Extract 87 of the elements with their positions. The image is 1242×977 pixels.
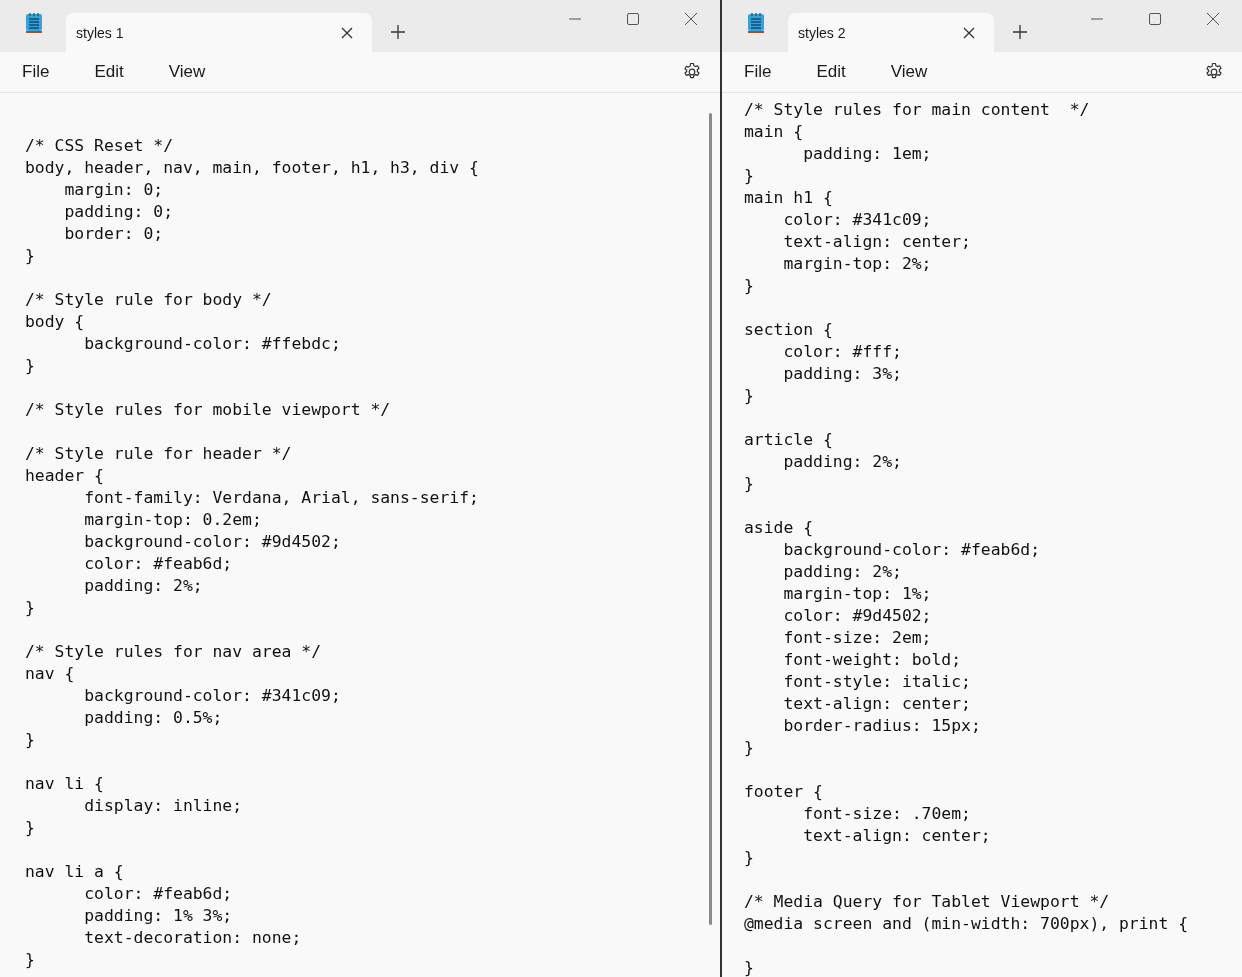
close-tab-icon[interactable] [962,25,976,40]
code-line: font-weight: bold; [782,649,963,671]
code-line: } [25,245,36,267]
menu-item[interactable]: File [744,62,772,82]
code-line: } [744,957,755,977]
code-line: } [744,275,755,297]
code-line: background-color: #9d4502; [83,531,342,553]
code-line: footer { [744,781,824,803]
code-line: header { [25,465,105,487]
menu-item[interactable]: Edit [94,62,124,82]
maximize-icon[interactable] [626,12,640,26]
code-line: padding: 2%; [83,575,204,597]
notepad-icon [746,12,766,34]
menu-item[interactable]: File [22,62,50,82]
scrollbar[interactable] [709,113,712,925]
code-line: aside { [744,517,815,539]
code-line: text-align: center; [782,231,972,253]
tab-title[interactable]: styles 2 [798,24,962,41]
tab-title[interactable]: styles 1 [76,24,340,41]
code-line: color: #9d4502; [782,605,933,627]
code-line: color: #feab6d; [83,883,234,905]
document-tab[interactable]: styles 2 [788,13,994,52]
maximize-icon[interactable] [1148,12,1162,26]
code-line: display: inline; [83,795,244,817]
code-line: /* Style rule for body */ [25,289,273,311]
notepad-icon [24,12,44,34]
code-line: color: #341c09; [782,209,933,231]
code-line: @media screen and (min-width: 700px), print { [744,913,1190,935]
code-line: font-size: 2em; [782,627,933,649]
code-line: border-radius: 15px; [782,715,982,737]
code-line: } [744,165,755,187]
code-line: font-family: Verdana, Arial, sans-serif; [83,487,480,509]
code-line: text-align: center; [782,693,972,715]
code-line: margin-top: 1%; [782,583,933,605]
code-line: } [25,817,36,839]
code-line: main { [744,121,805,143]
close-icon[interactable] [1206,12,1220,26]
code-line: section { [744,319,834,341]
code-line: /* Style rules for main content */ [744,99,1091,121]
code-line: background-color: #ffebdc; [83,333,342,355]
plus-icon[interactable] [1012,24,1028,40]
code-line: margin: 0; [63,179,165,201]
code-line: } [744,737,755,759]
menu-item[interactable]: Edit [816,62,846,82]
code-line: /* Media Query for Tablet Viewport */ [744,891,1111,913]
code-line: color: #fff; [782,341,903,363]
code-line: /* Style rule for header */ [25,443,293,465]
code-line: background-color: #feab6d; [782,539,1042,561]
code-line: padding: 0.5%; [83,707,224,729]
menu-item[interactable]: View [890,62,928,82]
close-tab-icon[interactable] [340,25,354,40]
code-line: text-decoration: none; [83,927,303,949]
code-line: padding: 1% 3%; [83,905,234,927]
code-line: nav li { [25,773,105,795]
close-icon[interactable] [684,12,698,26]
code-line: body { [25,311,86,333]
code-line: } [744,385,755,407]
code-line: text-align: center; [802,825,992,847]
plus-icon[interactable] [390,24,406,40]
code-line: nav { [25,663,76,685]
code-line: padding: 2%; [782,561,903,583]
code-line: margin-top: 2%; [782,253,933,275]
code-line: border: 0; [63,223,165,245]
code-line: article { [744,429,834,451]
menu-item[interactable]: View [168,62,206,82]
code-line: font-style: italic; [782,671,972,693]
code-line: } [25,355,36,377]
code-line: } [744,847,755,869]
code-line: margin-top: 0.2em; [83,509,263,531]
code-line: } [25,949,36,971]
code-line: nav li a { [25,861,125,883]
code-line: body, header, nav, main, footer, h1, h3, div { [25,157,480,179]
code-line: padding: 0; [63,201,175,223]
code-line: color: #feab6d; [83,553,234,575]
code-line: /* Style rules for nav area */ [25,641,323,663]
code-line: padding: 2%; [782,451,903,473]
code-line: padding: 1em; [802,143,933,165]
code-line: /* CSS Reset */ [25,135,175,157]
code-line: } [744,473,755,495]
code-line: font-size: .70em; [802,803,972,825]
code-line: background-color: #341c09; [83,685,342,707]
code-line: /* Style rules for mobile viewport */ [25,399,392,421]
code-line: } [25,597,36,619]
code-line: main h1 { [744,187,834,209]
code-line: } [25,729,36,751]
document-tab[interactable]: styles 1 [66,13,372,52]
code-line: padding: 3%; [782,363,903,385]
